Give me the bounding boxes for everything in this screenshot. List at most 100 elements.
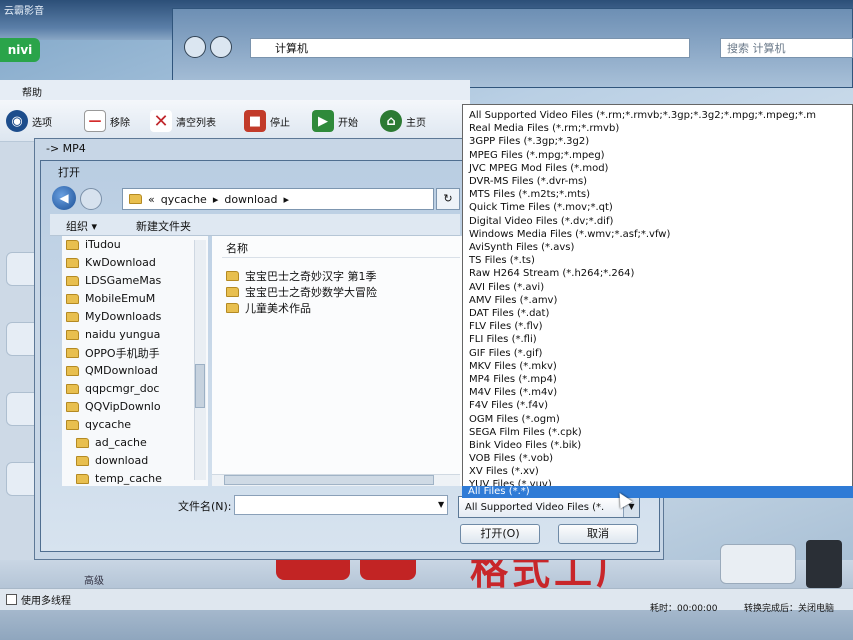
- filetype-option[interactable]: AVI Files (*.avi): [469, 281, 544, 294]
- filetype-option[interactable]: Real Media Files (*.rm;*.rmvb): [469, 122, 619, 135]
- stop-button[interactable]: ■ 停止: [244, 106, 290, 136]
- filetype-option[interactable]: Quick Time Files (*.mov;*.qt): [469, 201, 613, 214]
- filetype-option[interactable]: AviSynth Files (*.avs): [469, 241, 574, 254]
- nav-scrollbar[interactable]: [194, 240, 206, 480]
- horizontal-scrollbar-thumb[interactable]: [224, 475, 434, 485]
- after-convert-setting[interactable]: 转换完成后：关闭电脑: [744, 601, 834, 614]
- organize-button[interactable]: 组织 ▾: [66, 218, 97, 234]
- filetype-option[interactable]: All Supported Video Files (*.rm;*.rmvb;*…: [469, 109, 816, 122]
- file-item[interactable]: 儿童美术作品: [226, 300, 311, 316]
- filetype-option[interactable]: Bink Video Files (*.bik): [469, 439, 581, 452]
- explorer-address-bar[interactable]: 计算机: [250, 38, 690, 58]
- filetype-option[interactable]: DAT Files (*.dat): [469, 307, 549, 320]
- breadcrumb-separator: ▸: [212, 192, 219, 206]
- menu-help[interactable]: 帮助: [22, 84, 42, 99]
- folder-icon: [66, 383, 79, 394]
- forward-arrow-icon[interactable]: [80, 188, 102, 210]
- filetype-option[interactable]: SEGA Film Files (*.cpk): [469, 426, 582, 439]
- nav-item[interactable]: ad_cache: [76, 434, 147, 451]
- multithread-checkbox[interactable]: [6, 594, 17, 605]
- filetype-option[interactable]: MP4 Files (*.mp4): [469, 373, 557, 386]
- filetype-option[interactable]: DVR-MS Files (*.dvr-ms): [469, 175, 587, 188]
- filetype-option[interactable]: VOB Files (*.vob): [469, 452, 553, 465]
- filetype-select[interactable]: All Supported Video Files (*. ▼: [458, 496, 640, 518]
- open-button[interactable]: 打开(O): [460, 524, 540, 544]
- app-title: 云霸影音: [4, 6, 44, 17]
- folder-icon: [76, 473, 89, 484]
- filetype-option[interactable]: MPEG Files (*.mpg;*.mpeg): [469, 149, 605, 162]
- filetype-option[interactable]: F4V Files (*.f4v): [469, 399, 548, 412]
- nav-item[interactable]: LDSGameMas: [66, 272, 161, 289]
- device-graphic: [720, 544, 796, 584]
- explorer-search-input[interactable]: 搜索 计算机: [720, 38, 853, 58]
- clear-list-button[interactable]: ✕ 清空列表: [150, 106, 216, 136]
- nav-item[interactable]: MobileEmuM: [66, 290, 155, 307]
- folder-icon: [66, 293, 79, 304]
- filename-input[interactable]: [234, 495, 448, 515]
- filetype-option[interactable]: GIF Files (*.gif): [469, 347, 542, 360]
- nav-item[interactable]: qqpcmgr_doc: [66, 380, 159, 397]
- folder-icon: [226, 287, 239, 297]
- back-arrow-icon[interactable]: ◀: [52, 186, 76, 210]
- explorer-back-icon[interactable]: [184, 36, 206, 58]
- filetype-option[interactable]: MKV Files (*.mkv): [469, 360, 557, 373]
- multithread-toggle[interactable]: 使用多线程: [6, 592, 71, 607]
- folder-icon: [66, 347, 79, 358]
- nav-scrollbar-thumb[interactable]: [195, 364, 205, 408]
- folder-icon: [129, 194, 142, 204]
- filetype-option[interactable]: Raw H264 Stream (*.h264;*.264): [469, 267, 634, 280]
- nav-item[interactable]: MyDownloads: [66, 308, 161, 325]
- options-button[interactable]: ◉ 选项: [6, 106, 52, 136]
- filetype-option[interactable]: JVC MPEG Mod Files (*.mod): [469, 162, 608, 175]
- folder-icon: [66, 275, 79, 286]
- column-header-name[interactable]: 名称: [222, 240, 460, 258]
- folder-icon: [66, 365, 79, 376]
- options-label: 选项: [32, 117, 52, 129]
- folder-icon: [66, 329, 79, 340]
- filetype-option[interactable]: OGM Files (*.ogm): [469, 413, 560, 426]
- filetype-option[interactable]: Digital Video Files (*.dv;*.dif): [469, 215, 613, 228]
- advanced-label[interactable]: 高级: [84, 572, 104, 587]
- home-icon: ⌂: [380, 110, 402, 132]
- cancel-button[interactable]: 取消: [558, 524, 638, 544]
- filetype-option[interactable]: XV Files (*.xv): [469, 465, 539, 478]
- filetype-option[interactable]: FLI Files (*.fli): [469, 333, 537, 346]
- explorer-forward-icon[interactable]: [210, 36, 232, 58]
- start-button[interactable]: ▶ 开始: [312, 106, 358, 136]
- nav-item[interactable]: QMDownload: [66, 362, 158, 379]
- nav-item[interactable]: QQVipDownlo: [66, 398, 161, 415]
- breadcrumb-qycache[interactable]: qycache: [161, 193, 207, 206]
- file-item[interactable]: 宝宝巴士之奇妙数学大冒险: [226, 284, 377, 300]
- elapsed-time: 耗时：00:00:00: [650, 604, 718, 614]
- filetype-option[interactable]: Windows Media Files (*.wmv;*.asf;*.vfw): [469, 228, 670, 241]
- folder-icon: [76, 437, 89, 448]
- filetype-option-highlighted[interactable]: All Files (*.*): [462, 486, 853, 498]
- filetype-option[interactable]: TS Files (*.ts): [469, 254, 535, 267]
- stop-label: 停止: [270, 117, 290, 129]
- home-button[interactable]: ⌂ 主页: [380, 106, 426, 136]
- nav-item[interactable]: qycache: [66, 416, 131, 433]
- address-breadcrumb[interactable]: « qycache ▸ download ▸: [122, 188, 434, 210]
- refresh-icon[interactable]: ↻: [436, 188, 460, 210]
- options-icon: ◉: [6, 110, 28, 132]
- filetype-option[interactable]: M4V Files (*.m4v): [469, 386, 557, 399]
- app-logo: nivi: [0, 38, 40, 62]
- remove-button[interactable]: — 移除: [84, 106, 130, 136]
- filetype-option[interactable]: AMV Files (*.amv): [469, 294, 557, 307]
- nav-item[interactable]: download: [76, 452, 148, 469]
- nav-item[interactable]: OPPO手机助手: [66, 344, 160, 361]
- breadcrumb-download[interactable]: download: [224, 193, 277, 206]
- nav-item[interactable]: KwDownload: [66, 254, 156, 271]
- filetype-option[interactable]: 3GPP Files (*.3gp;*.3g2): [469, 135, 589, 148]
- filename-dropdown-icon[interactable]: ▼: [438, 500, 444, 509]
- new-folder-button[interactable]: 新建文件夹: [136, 218, 191, 234]
- breadcrumb-separator: ▸: [283, 192, 290, 206]
- nav-item[interactable]: temp_cache: [76, 470, 162, 486]
- folder-icon: [66, 419, 79, 430]
- filetype-option[interactable]: FLV Files (*.flv): [469, 320, 543, 333]
- nav-item[interactable]: naidu yungua: [66, 326, 160, 343]
- nav-item[interactable]: iTudou: [66, 236, 121, 253]
- filetype-dropdown-list: All Supported Video Files (*.rm;*.rmvb;*…: [462, 104, 853, 496]
- file-item[interactable]: 宝宝巴士之奇妙汉字 第1季: [226, 268, 377, 284]
- filetype-option[interactable]: MTS Files (*.m2ts;*.mts): [469, 188, 590, 201]
